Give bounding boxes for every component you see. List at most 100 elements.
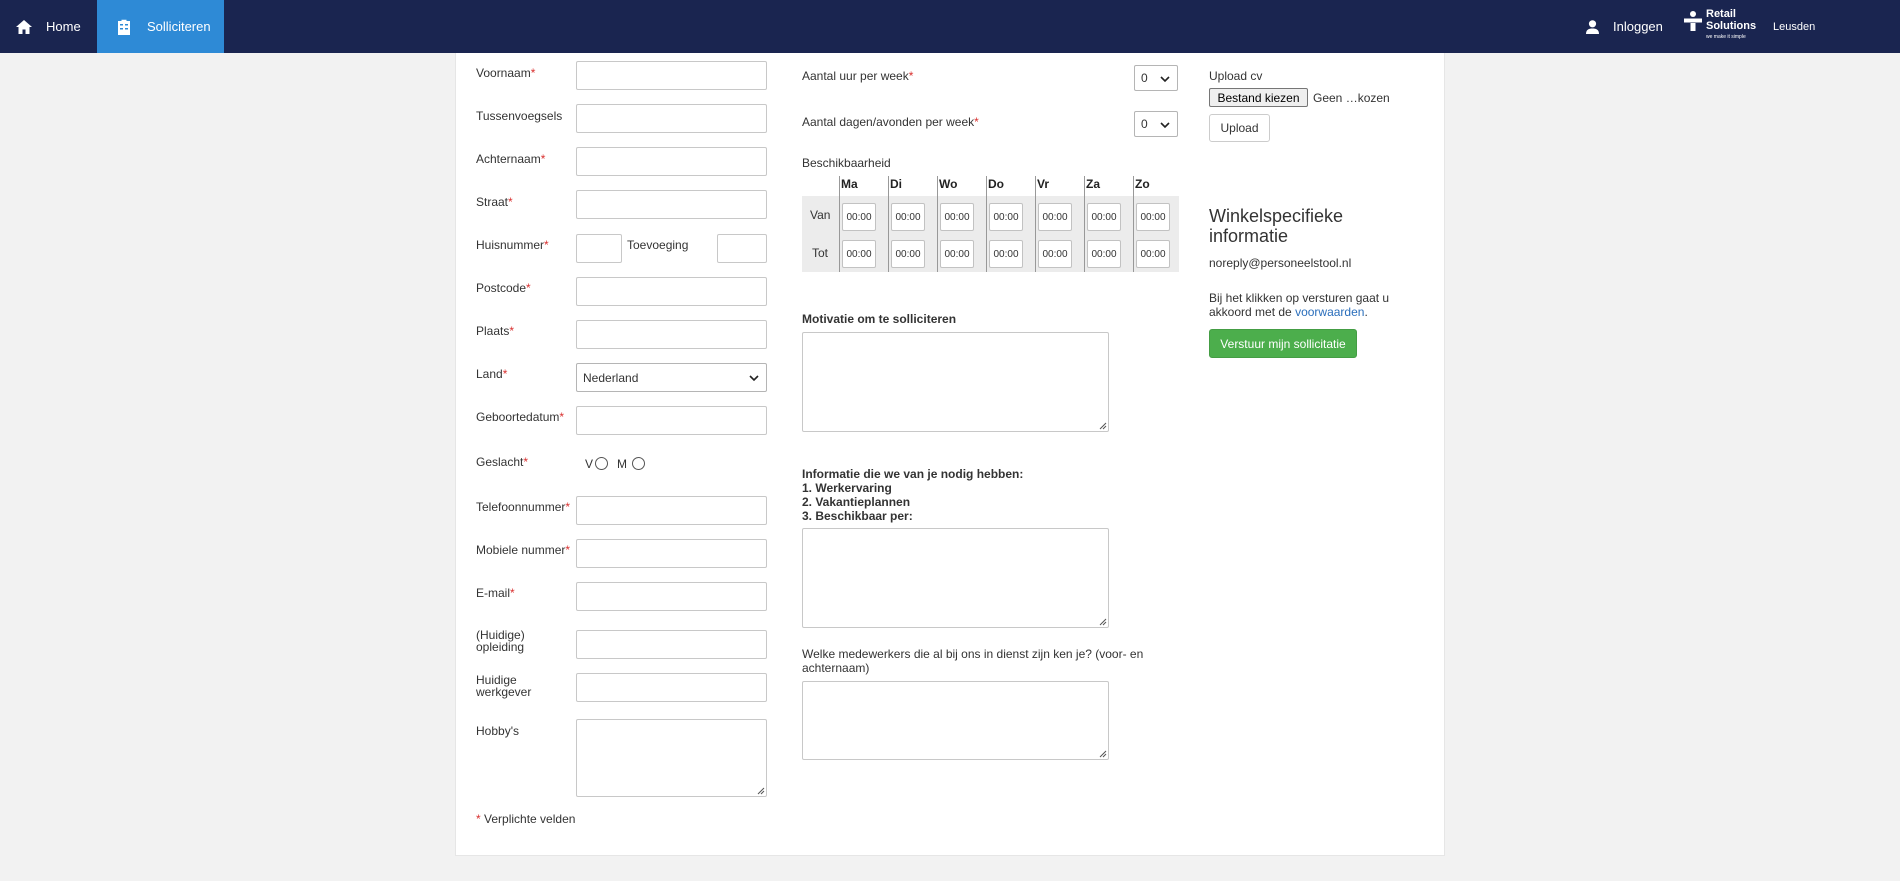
resize-grip-icon (757, 787, 765, 795)
country-label: Land* (476, 367, 508, 381)
first-name-input[interactable] (576, 61, 767, 90)
chevron-down-icon (1160, 122, 1170, 129)
nav-login[interactable]: Inloggen (1586, 0, 1676, 53)
street-label: Straat* (476, 195, 513, 209)
hobbies-label: Hobby's (476, 724, 519, 738)
upload-cv-label: Upload cv (1209, 69, 1263, 83)
gender-male-radio[interactable] (632, 457, 645, 470)
brand-mark-icon (1684, 11, 1702, 31)
postcode-label: Postcode* (476, 281, 531, 295)
resize-grip-icon (1099, 422, 1107, 430)
brand-tagline: we make it simple (1706, 34, 1746, 40)
day-header-di: Di (890, 177, 902, 191)
nav-home[interactable]: Home (0, 0, 97, 53)
motivation-label: Motivatie om te solliciteren (802, 312, 957, 326)
employer-input[interactable] (576, 673, 767, 702)
nav-login-label: Inloggen (1613, 19, 1663, 34)
from-time-vr[interactable]: 00:00 (1038, 203, 1072, 231)
birthdate-input[interactable] (576, 406, 767, 435)
store-name: Leusden (1773, 21, 1816, 33)
resize-grip-icon (1099, 750, 1107, 758)
from-time-ma[interactable]: 00:00 (842, 203, 876, 231)
city-input[interactable] (576, 320, 767, 349)
brand-line-1: Retail (1706, 8, 1736, 20)
hours-per-week-select[interactable]: 0 (1134, 65, 1178, 91)
submit-application-button[interactable]: Verstuur mijn sollicitatie (1209, 329, 1357, 358)
terms-link[interactable]: voorwaarden (1295, 305, 1364, 319)
required-note: * Verplichte velden (476, 812, 576, 826)
info-item-available-from: 3. Beschikbaar per: (802, 509, 913, 523)
nav-solliciteren-label: Solliciteren (147, 19, 211, 34)
motivation-textarea[interactable] (802, 332, 1109, 432)
application-form-card: Voornaam* Tussenvoegsels Achternaam* Str… (455, 53, 1445, 856)
mobile-label: Mobiele nummer* (476, 543, 571, 557)
from-row-label: Van (810, 208, 831, 222)
country-select[interactable]: Nederland (576, 363, 767, 392)
gender-female-radio[interactable] (595, 457, 608, 470)
days-per-week-label: Aantal dagen/avonden per week* (802, 115, 979, 129)
nav-home-label: Home (46, 19, 81, 34)
days-per-week-value: 0 (1141, 117, 1148, 131)
upload-button[interactable]: Upload (1209, 114, 1270, 142)
nav-solliciteren[interactable]: Solliciteren (97, 0, 224, 53)
addition-input[interactable] (717, 234, 767, 263)
store-email: noreply@personeelstool.nl (1209, 256, 1352, 270)
resize-grip-icon (1099, 618, 1107, 626)
brand-line-2: Solutions (1706, 20, 1757, 32)
no-file-chosen-text: Geen …kozen (1313, 91, 1390, 105)
to-time-zo[interactable]: 00:00 (1136, 240, 1170, 268)
info-needed-block: Informatie die we van je nodig hebben: 1… (802, 467, 1023, 523)
day-header-vr: Vr (1037, 177, 1050, 191)
to-row-label: Tot (812, 246, 829, 260)
mobile-input[interactable] (576, 539, 767, 568)
to-time-wo[interactable]: 00:00 (940, 240, 974, 268)
info-needed-title: Informatie die we van je nodig hebben: (802, 467, 1024, 481)
chevron-down-icon (749, 375, 759, 382)
infix-input[interactable] (576, 104, 767, 133)
to-time-ma[interactable]: 00:00 (842, 240, 876, 268)
store-info-heading: Winkelspecifieke informatie (1209, 206, 1344, 246)
street-input[interactable] (576, 190, 767, 219)
from-time-za[interactable]: 00:00 (1087, 203, 1121, 231)
from-time-wo[interactable]: 00:00 (940, 203, 974, 231)
gender-female-label: V (585, 457, 594, 471)
from-time-do[interactable]: 00:00 (989, 203, 1023, 231)
to-time-vr[interactable]: 00:00 (1038, 240, 1072, 268)
house-number-input[interactable] (576, 234, 622, 263)
phone-input[interactable] (576, 496, 767, 525)
phone-label: Telefoonnummer* (476, 500, 571, 514)
info-item-work: 1. Werkervaring (802, 481, 892, 495)
from-time-di[interactable]: 00:00 (891, 203, 925, 231)
colleagues-textarea[interactable] (802, 681, 1109, 760)
day-header-za: Za (1086, 177, 1101, 191)
home-icon (16, 19, 32, 34)
hobbies-textarea[interactable] (576, 719, 767, 797)
from-time-zo[interactable]: 00:00 (1136, 203, 1170, 231)
colleagues-label: Welke medewerkers die al bij ons in dien… (802, 647, 1144, 675)
day-header-wo: Wo (939, 177, 958, 191)
postcode-input[interactable] (576, 277, 767, 306)
email-input[interactable] (576, 582, 767, 611)
top-navbar: Home Solliciteren Inloggen Retail Solutio… (0, 0, 1900, 53)
to-time-do[interactable]: 00:00 (989, 240, 1023, 268)
day-header-zo: Zo (1135, 177, 1150, 191)
city-label: Plaats* (476, 324, 515, 338)
day-header-ma: Ma (841, 177, 858, 191)
to-time-za[interactable]: 00:00 (1087, 240, 1121, 268)
clipboard-icon (118, 19, 130, 35)
birthdate-label: Geboortedatum* (476, 410, 565, 424)
info-item-holidays: 2. Vakantieplannen (802, 495, 911, 509)
chevron-down-icon (1160, 76, 1170, 83)
info-needed-textarea[interactable] (802, 528, 1109, 628)
terms-text: Bij het klikken op versturen gaat u akko… (1209, 291, 1390, 319)
days-per-week-select[interactable]: 0 (1134, 111, 1178, 137)
education-input[interactable] (576, 630, 767, 659)
gender-label: Geslacht* (476, 455, 529, 469)
last-name-input[interactable] (576, 147, 767, 176)
user-icon (1586, 19, 1599, 34)
education-label: (Huidige) opleiding (476, 628, 525, 654)
first-name-label: Voornaam* (476, 66, 536, 80)
to-time-di[interactable]: 00:00 (891, 240, 925, 268)
hours-per-week-label: Aantal uur per week* (802, 69, 914, 83)
choose-file-button[interactable]: Bestand kiezen (1209, 88, 1308, 107)
